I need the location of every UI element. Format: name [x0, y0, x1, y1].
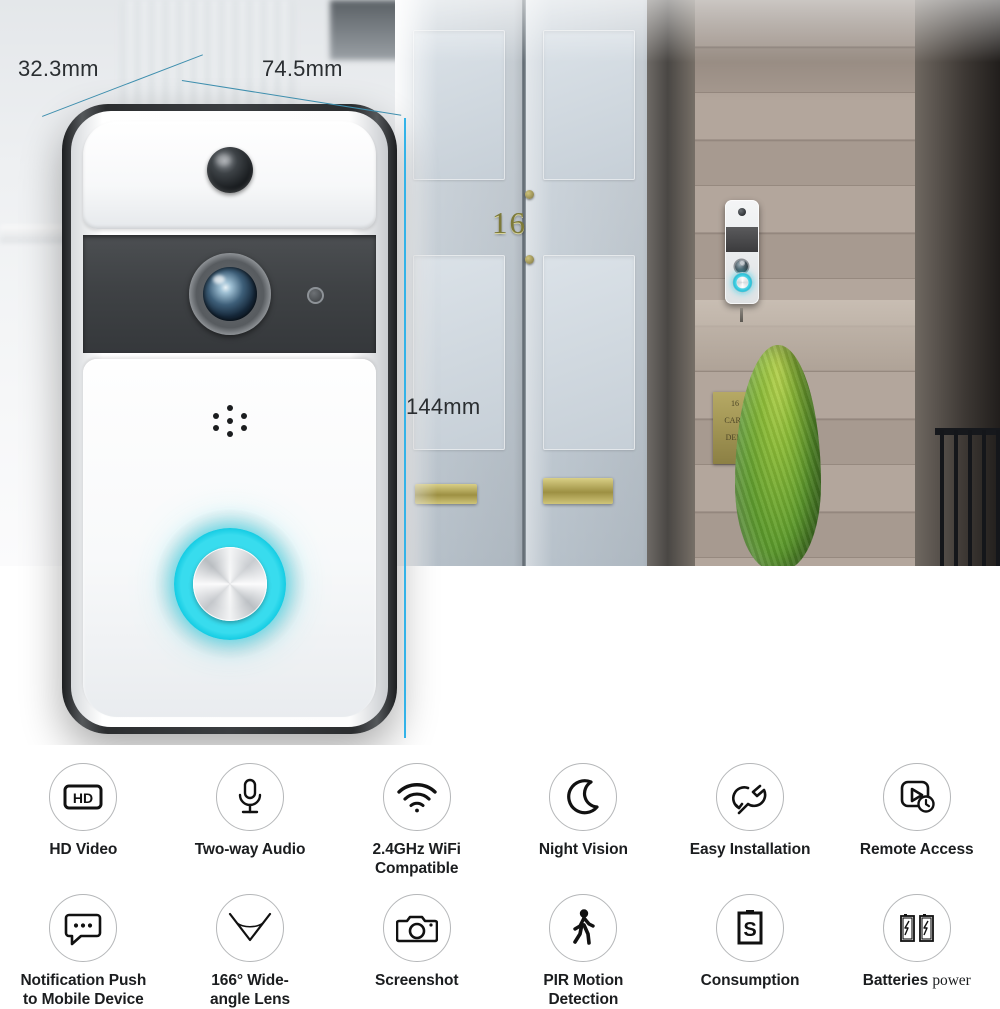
installed-camera-band	[726, 227, 758, 273]
doorbell-front-face	[71, 111, 388, 727]
door-panel	[413, 30, 505, 180]
feature-batteries-power[interactable]: Batteries power	[833, 878, 1000, 1009]
feature-label: Remote Access	[859, 841, 974, 858]
pir-sensor-icon	[206, 147, 253, 193]
feature-label-line1: 2.4GHz WiFi	[372, 841, 461, 858]
front-door: 16	[395, 0, 653, 566]
feature-label: 166° Wide- angle Lens	[210, 971, 290, 1009]
feature-label-line1: 166° Wide-	[211, 972, 289, 989]
feature-easy-installation[interactable]: Easy Installation	[667, 745, 834, 878]
svg-text:HD: HD	[73, 790, 93, 806]
feature-label: Notification Push to Mobile Device	[20, 971, 146, 1009]
wide-angle-icon	[216, 894, 284, 962]
feature-grid: HD HD Video Two-way Audio 2.4GHz WiFi Co…	[0, 745, 1000, 1008]
feature-consumption[interactable]: S Consumption	[667, 878, 834, 1009]
feature-label-line1: Batteries	[862, 972, 929, 989]
door-seam	[522, 0, 526, 566]
feature-label: Easy Installation	[689, 841, 811, 858]
hero-section: 16 16 CARL DERI 32.3mm 74.5mm 144mm	[0, 0, 1000, 745]
letter-plate	[543, 478, 613, 504]
feature-label: HD Video	[49, 841, 118, 858]
door-panel	[543, 255, 635, 450]
feature-label-line1: PIR Motion	[543, 972, 624, 989]
feature-hd-video[interactable]: HD HD Video	[0, 745, 167, 878]
door-screw	[525, 190, 534, 199]
door-panel	[543, 30, 635, 180]
doorbell-camera-band	[83, 235, 376, 353]
walking-person-icon	[549, 894, 618, 962]
installed-speaker-icon	[739, 260, 745, 266]
feature-notification-push[interactable]: Notification Push to Mobile Device	[0, 878, 167, 1009]
feature-label: 2.4GHz WiFi Compatible	[373, 840, 461, 878]
feature-wifi[interactable]: 2.4GHz WiFi Compatible	[333, 745, 500, 878]
door-keyhole	[525, 255, 534, 264]
doorbell-top-cap	[83, 121, 376, 229]
feature-label-line2: Compatible	[374, 860, 459, 877]
doorbell-lower-body	[83, 359, 376, 717]
iron-railing	[940, 430, 1000, 566]
doorbell-button-halo	[154, 509, 305, 659]
installed-doorbell-button	[732, 272, 753, 293]
installation-photo: 16 16 CARL DERI	[395, 0, 1000, 566]
height-dimension-label: 144mm	[406, 394, 481, 419]
wrench-icon	[716, 763, 785, 831]
feature-label: Screenshot	[374, 972, 459, 989]
feature-label-line1: Notification Push	[20, 972, 147, 989]
wifi-icon	[382, 763, 451, 831]
installed-doorbell	[725, 200, 759, 304]
microphone-icon	[216, 763, 284, 831]
feature-screenshot[interactable]: Screenshot	[333, 878, 500, 1009]
feature-wide-angle-lens[interactable]: 166° Wide- angle Lens	[167, 878, 334, 1009]
camera-lens-icon	[188, 253, 271, 335]
chat-bubble-icon	[49, 894, 118, 962]
camera-icon	[382, 894, 451, 962]
feature-row-2: Notification Push to Mobile Device 166° …	[0, 878, 1000, 1009]
door-reveal-shadow	[647, 0, 699, 566]
speaker-grille-icon	[212, 405, 247, 437]
light-sensor-icon	[307, 287, 324, 304]
doorbell-product-render	[62, 104, 397, 734]
feature-night-vision[interactable]: Night Vision	[500, 745, 667, 878]
feature-label: Consumption	[700, 972, 800, 989]
door-panel	[413, 255, 505, 450]
feature-row-1: HD HD Video Two-way Audio 2.4GHz WiFi Co…	[0, 745, 1000, 878]
depth-dimension-label: 32.3mm	[18, 56, 99, 81]
feature-two-way-audio[interactable]: Two-way Audio	[167, 745, 334, 878]
feature-label-line2: power	[932, 972, 971, 989]
battery-s-icon: S	[716, 894, 785, 962]
kick-plate	[415, 484, 477, 504]
installed-pir-sensor-icon	[738, 208, 746, 216]
remote-play-clock-icon	[882, 763, 951, 831]
two-batteries-icon	[882, 894, 951, 962]
doorbell-press-button[interactable]	[192, 547, 267, 621]
feature-label: Night Vision	[538, 841, 628, 858]
feature-label: PIR Motion Detection	[543, 971, 623, 1009]
moon-icon	[549, 763, 618, 831]
feature-label: Batteries power	[863, 971, 971, 990]
doorbell-button-ring[interactable]	[173, 528, 286, 640]
hd-video-icon: HD	[49, 763, 118, 831]
svg-text:S: S	[743, 919, 756, 941]
width-dimension-label: 74.5mm	[262, 56, 343, 81]
feature-label: Two-way Audio	[194, 841, 306, 858]
house-number: 16	[492, 205, 527, 240]
feature-remote-access[interactable]: Remote Access	[833, 745, 1000, 878]
feature-pir-motion-detection[interactable]: PIR Motion Detection	[500, 878, 667, 1009]
height-dimension-line	[404, 118, 406, 738]
mounting-screw	[740, 308, 743, 322]
